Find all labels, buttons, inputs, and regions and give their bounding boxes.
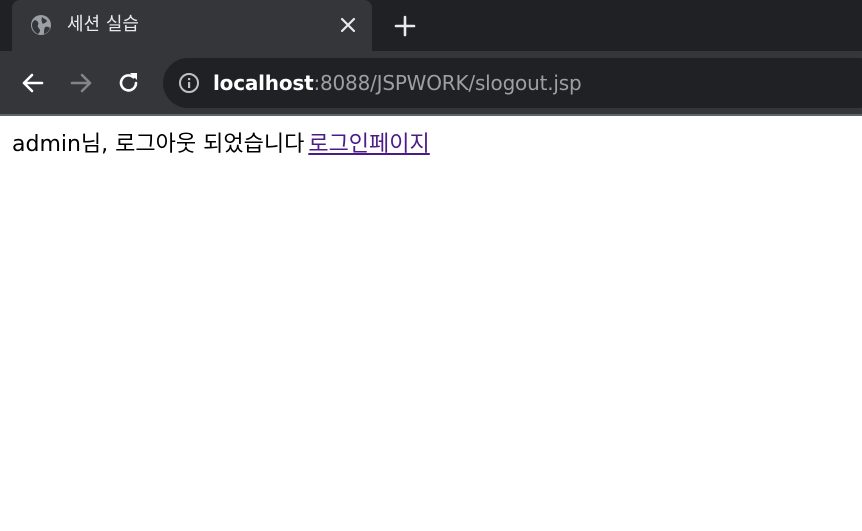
address-bar[interactable]: localhost:8088/JSPWORK/slogout.jsp bbox=[163, 58, 862, 108]
logout-message: admin님, 로그아웃 되었습니다 bbox=[12, 132, 305, 157]
tab-title: 세션 실습 bbox=[67, 14, 139, 35]
reload-icon[interactable] bbox=[116, 70, 142, 96]
tab-strip: 세션 실습 bbox=[0, 0, 862, 51]
arrow-left-icon[interactable] bbox=[20, 70, 46, 96]
url-text[interactable]: localhost:8088/JSPWORK/slogout.jsp bbox=[213, 71, 582, 95]
close-icon[interactable] bbox=[338, 15, 358, 35]
info-icon[interactable] bbox=[178, 72, 200, 94]
login-page-link[interactable]: 로그인페이지 bbox=[308, 132, 429, 157]
tab-session-practice[interactable]: 세션 실습 bbox=[12, 0, 372, 51]
browser-toolbar: localhost:8088/JSPWORK/slogout.jsp bbox=[0, 51, 862, 114]
page-content: admin님, 로그아웃 되었습니다 로그인페이지 bbox=[0, 116, 862, 531]
url-host: localhost bbox=[213, 71, 314, 95]
url-path: :8088/JSPWORK/slogout.jsp bbox=[313, 71, 582, 95]
arrow-right-icon[interactable] bbox=[68, 70, 94, 96]
logout-message-line: admin님, 로그아웃 되었습니다 로그인페이지 bbox=[12, 130, 430, 160]
plus-icon[interactable] bbox=[393, 14, 417, 38]
browser-window: 세션 실습 localhost:8088/JSPWORK/slogout.jsp… bbox=[0, 0, 862, 531]
globe-icon bbox=[30, 14, 52, 36]
